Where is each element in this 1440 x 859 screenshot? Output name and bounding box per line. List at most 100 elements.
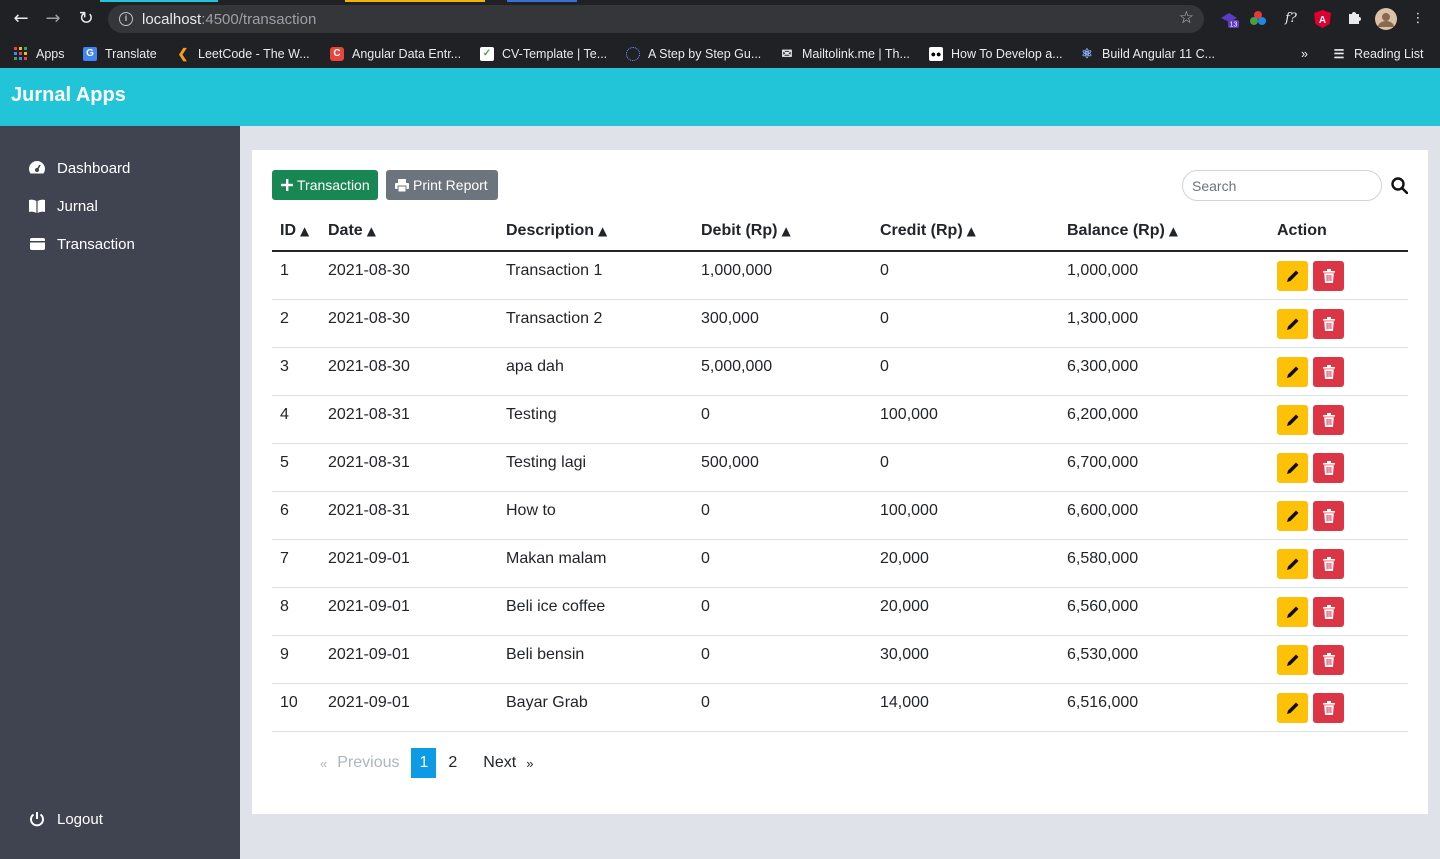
medium-icon: ●● xyxy=(929,47,943,61)
edit-button[interactable] xyxy=(1277,404,1308,435)
cell-action xyxy=(1269,491,1408,540)
pagination-page-2[interactable]: 2 xyxy=(440,748,465,778)
delete-button[interactable] xyxy=(1313,261,1344,291)
column-header-credit[interactable]: Credit (Rp) ▲︎ xyxy=(872,212,1059,252)
trash-icon xyxy=(1322,364,1335,379)
extension-puzzle-hat-icon[interactable]: 13 xyxy=(1218,10,1240,29)
edit-button[interactable] xyxy=(1277,308,1308,339)
bookmark-label: Mailtolink.me | Th... xyxy=(802,47,910,61)
delete-button[interactable] xyxy=(1313,356,1344,387)
url-text[interactable]: localhost:4500/transaction xyxy=(142,11,316,28)
cell-balance: 6,300,000 xyxy=(1059,347,1269,396)
edit-button[interactable] xyxy=(1277,692,1308,723)
search-input[interactable] xyxy=(1182,170,1382,201)
search-icon[interactable] xyxy=(1391,177,1409,199)
trash-icon xyxy=(1322,604,1335,619)
bookmark-angular-data-entry[interactable]: C Angular Data Entr... xyxy=(330,45,461,63)
add-transaction-button[interactable]: Transaction xyxy=(272,170,378,200)
column-header-balance[interactable]: Balance (Rp) ▲︎ xyxy=(1059,212,1269,252)
print-report-button[interactable]: Print Report xyxy=(386,170,498,200)
bookmark-star-icon[interactable]: ☆ xyxy=(1179,8,1194,28)
leetcode-icon: ❮ xyxy=(177,46,189,61)
back-arrow-icon[interactable]: ← xyxy=(10,9,32,29)
delete-button[interactable] xyxy=(1313,596,1344,627)
sidebar-item-transaction[interactable]: Transaction xyxy=(27,233,135,255)
cell-date: 2021-08-31 xyxy=(320,395,498,444)
reload-icon[interactable]: ↻ xyxy=(75,9,97,29)
cell-description: How to xyxy=(498,491,693,540)
cell-action xyxy=(1269,539,1408,588)
sidebar-item-jurnal[interactable]: Jurnal xyxy=(27,195,98,217)
sidebar-item-label: Jurnal xyxy=(57,197,98,215)
edit-button[interactable] xyxy=(1277,596,1308,627)
trash-icon xyxy=(1322,269,1335,283)
bookmarks-overflow-button[interactable]: » xyxy=(1301,45,1308,63)
cell-date: 2021-09-01 xyxy=(320,539,498,588)
bookmark-leetcode[interactable]: ❮ LeetCode - The W... xyxy=(176,45,310,63)
bookmark-how-to-develop[interactable]: ●● How To Develop a... xyxy=(929,45,1063,63)
pencil-icon xyxy=(1286,462,1298,474)
bookmark-build-angular[interactable]: ⚛ Build Angular 11 C... xyxy=(1080,45,1215,63)
column-label: Description xyxy=(506,222,595,239)
pagination-next[interactable]: Next » xyxy=(475,748,541,778)
extensions-puzzle-icon[interactable] xyxy=(1344,10,1364,28)
cell-description: Beli bensin xyxy=(498,635,693,684)
edit-button[interactable] xyxy=(1277,356,1308,387)
pagination-previous[interactable]: « Previous xyxy=(312,748,407,778)
cell-action xyxy=(1269,299,1408,348)
table-row: 3 2021-08-30 apa dah 5,000,000 0 6,300,000 xyxy=(272,347,1408,396)
column-header-debit[interactable]: Debit (Rp) ▲︎ xyxy=(693,212,872,252)
logout-button[interactable]: Logout xyxy=(27,808,103,830)
pencil-icon xyxy=(1286,414,1298,426)
bookmark-translate[interactable]: G Translate xyxy=(83,45,157,63)
delete-button[interactable] xyxy=(1313,500,1344,531)
address-bar[interactable]: i localhost:4500/transaction ☆ xyxy=(108,5,1204,33)
formula-extension-icon[interactable]: f? xyxy=(1280,10,1302,28)
bookmark-label: Angular Data Entr... xyxy=(352,47,462,61)
app-title[interactable]: Jurnal Apps xyxy=(11,84,126,107)
bookmark-mailtolink[interactable]: ✉ Mailtolink.me | Th... xyxy=(780,45,910,63)
svg-text:A: A xyxy=(1318,15,1325,26)
delete-button[interactable] xyxy=(1313,404,1344,435)
apps-grid-icon xyxy=(14,47,28,61)
edit-button[interactable] xyxy=(1277,644,1308,675)
url-host: localhost xyxy=(142,11,202,28)
edit-button[interactable] xyxy=(1277,548,1308,579)
delete-button[interactable] xyxy=(1313,644,1344,675)
bookmark-apps[interactable]: Apps xyxy=(14,45,65,63)
column-header-date[interactable]: Date ▲︎ xyxy=(320,212,498,252)
delete-button[interactable] xyxy=(1313,452,1344,483)
edit-button[interactable] xyxy=(1277,261,1308,291)
bookmark-cv-template[interactable]: ✓ CV-Template | Te... xyxy=(480,45,607,63)
delete-button[interactable] xyxy=(1313,308,1344,339)
cell-id: 6 xyxy=(272,491,320,540)
cell-date: 2021-08-30 xyxy=(320,251,498,300)
cell-debit: 300,000 xyxy=(693,299,872,348)
bookmark-step-by-step[interactable]: A Step by Step Gu... xyxy=(626,45,761,63)
cell-balance: 6,516,000 xyxy=(1059,683,1269,732)
angular-extension-icon[interactable]: A xyxy=(1312,10,1332,28)
bookmark-label: Translate xyxy=(105,47,157,61)
reading-list-button[interactable]: ☰ Reading List xyxy=(1332,45,1424,63)
pagination-page-1[interactable]: 1 xyxy=(411,748,437,778)
pencil-icon xyxy=(1286,654,1298,666)
column-header-description[interactable]: Description ▲︎ xyxy=(498,212,693,252)
cell-date: 2021-09-01 xyxy=(320,635,498,684)
pencil-icon xyxy=(1286,558,1298,570)
profile-avatar[interactable] xyxy=(1375,8,1397,30)
delete-button[interactable] xyxy=(1313,548,1344,579)
color-picker-extension-icon[interactable] xyxy=(1248,10,1268,28)
delete-button[interactable] xyxy=(1313,692,1344,723)
info-icon[interactable]: i xyxy=(119,12,133,26)
trash-icon xyxy=(1322,556,1335,571)
sidebar-item-dashboard[interactable]: Dashboard xyxy=(27,157,130,179)
forward-arrow-icon[interactable]: → xyxy=(42,9,64,29)
edit-button[interactable] xyxy=(1277,452,1308,483)
browser-menu-icon[interactable]: ⋮ xyxy=(1410,10,1426,28)
column-header-id[interactable]: ID ▲︎ xyxy=(272,212,320,252)
cell-action xyxy=(1269,347,1408,396)
previous-arrow-icon: « xyxy=(320,755,328,771)
sidebar: Dashboard Jurnal Transaction Logout xyxy=(0,126,240,859)
edit-button[interactable] xyxy=(1277,500,1308,531)
column-label: Action xyxy=(1277,222,1327,239)
